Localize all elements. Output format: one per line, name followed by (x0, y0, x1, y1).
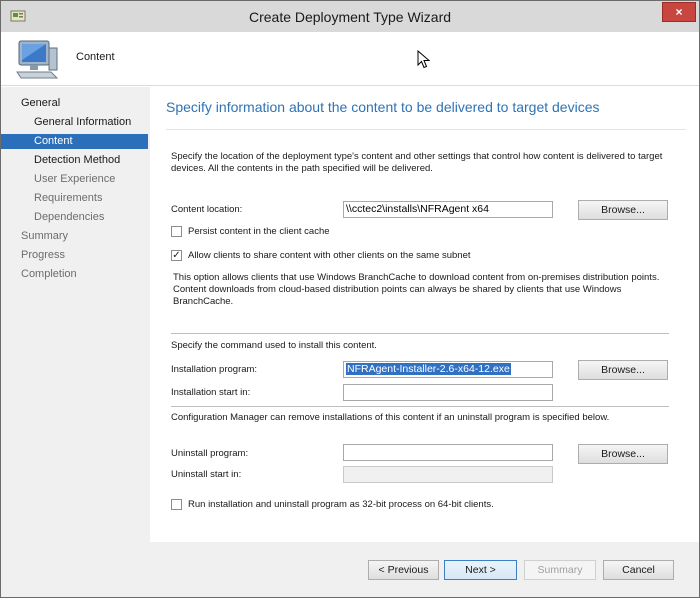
mouse-cursor-icon (417, 50, 431, 69)
wizard-header: Content (1, 32, 699, 86)
install-section-label: Specify the command used to install this… (171, 340, 377, 351)
installation-program-input[interactable]: NFRAgent-Installer-2.6-x64-12.exe (343, 361, 553, 378)
cancel-button[interactable]: Cancel (603, 560, 674, 580)
nav-item-content[interactable]: Content (1, 134, 148, 149)
allow-share-checkbox[interactable]: ✓ (171, 250, 182, 261)
uninstall-start-input[interactable] (343, 466, 553, 483)
window-title: Create Deployment Type Wizard (248, 9, 452, 25)
header-title: Content (76, 51, 115, 63)
title-bar: Create Deployment Type Wizard × (1, 1, 699, 32)
previous-button[interactable]: < Previous (368, 560, 439, 580)
installation-program-value: NFRAgent-Installer-2.6-x64-12.exe (346, 363, 511, 375)
content-location-label: Content location: (171, 204, 243, 215)
close-button[interactable]: × (662, 2, 696, 22)
uninstall-program-browse-button[interactable]: Browse... (578, 444, 668, 464)
section-divider-highlight (171, 334, 669, 335)
installation-program-label: Installation program: (171, 364, 258, 375)
run-32bit-checkbox[interactable] (171, 499, 182, 510)
summary-button[interactable]: Summary (524, 560, 596, 580)
nav-item-summary[interactable]: Summary (1, 229, 148, 244)
nav-item-dependencies[interactable]: Dependencies (1, 210, 148, 225)
branchcache-note: This option allows clients that use Wind… (173, 272, 660, 307)
uninstall-note: Configuration Manager can remove install… (171, 412, 610, 423)
nav-item-requirements[interactable]: Requirements (1, 191, 148, 206)
persist-content-label: Persist content in the client cache (188, 226, 330, 237)
wizard-nav: General General Information Content Dete… (1, 87, 150, 597)
allow-share-label: Allow clients to share content with othe… (188, 250, 471, 261)
description-text: Specify the location of the deployment t… (171, 151, 663, 174)
installation-program-browse-button[interactable]: Browse... (578, 360, 668, 380)
nav-item-general-information[interactable]: General Information (1, 115, 148, 130)
uninstall-divider-highlight (171, 407, 669, 408)
content-location-input[interactable]: \\cctec2\installs\NFRAgent x64 (343, 201, 553, 218)
wizard-window: Create Deployment Type Wizard × Content … (0, 0, 700, 598)
installation-start-label: Installation start in: (171, 387, 251, 398)
computer-icon (16, 40, 59, 79)
heading-divider (166, 129, 686, 130)
persist-content-checkbox[interactable] (171, 226, 182, 237)
nav-item-general[interactable]: General (1, 96, 148, 111)
content-location-browse-button[interactable]: Browse... (578, 200, 668, 220)
nav-item-detection-method[interactable]: Detection Method (1, 153, 148, 168)
nav-item-progress[interactable]: Progress (1, 248, 148, 263)
nav-item-user-experience[interactable]: User Experience (1, 172, 148, 187)
installation-start-input[interactable] (343, 384, 553, 401)
uninstall-start-label: Uninstall start in: (171, 469, 242, 480)
next-button[interactable]: Next > (444, 560, 517, 580)
uninstall-program-input[interactable] (343, 444, 553, 461)
nav-item-completion[interactable]: Completion (1, 267, 148, 282)
page-heading: Specify information about the content to… (166, 99, 600, 115)
uninstall-program-label: Uninstall program: (171, 448, 249, 459)
run-32bit-label: Run installation and uninstall program a… (188, 499, 494, 510)
